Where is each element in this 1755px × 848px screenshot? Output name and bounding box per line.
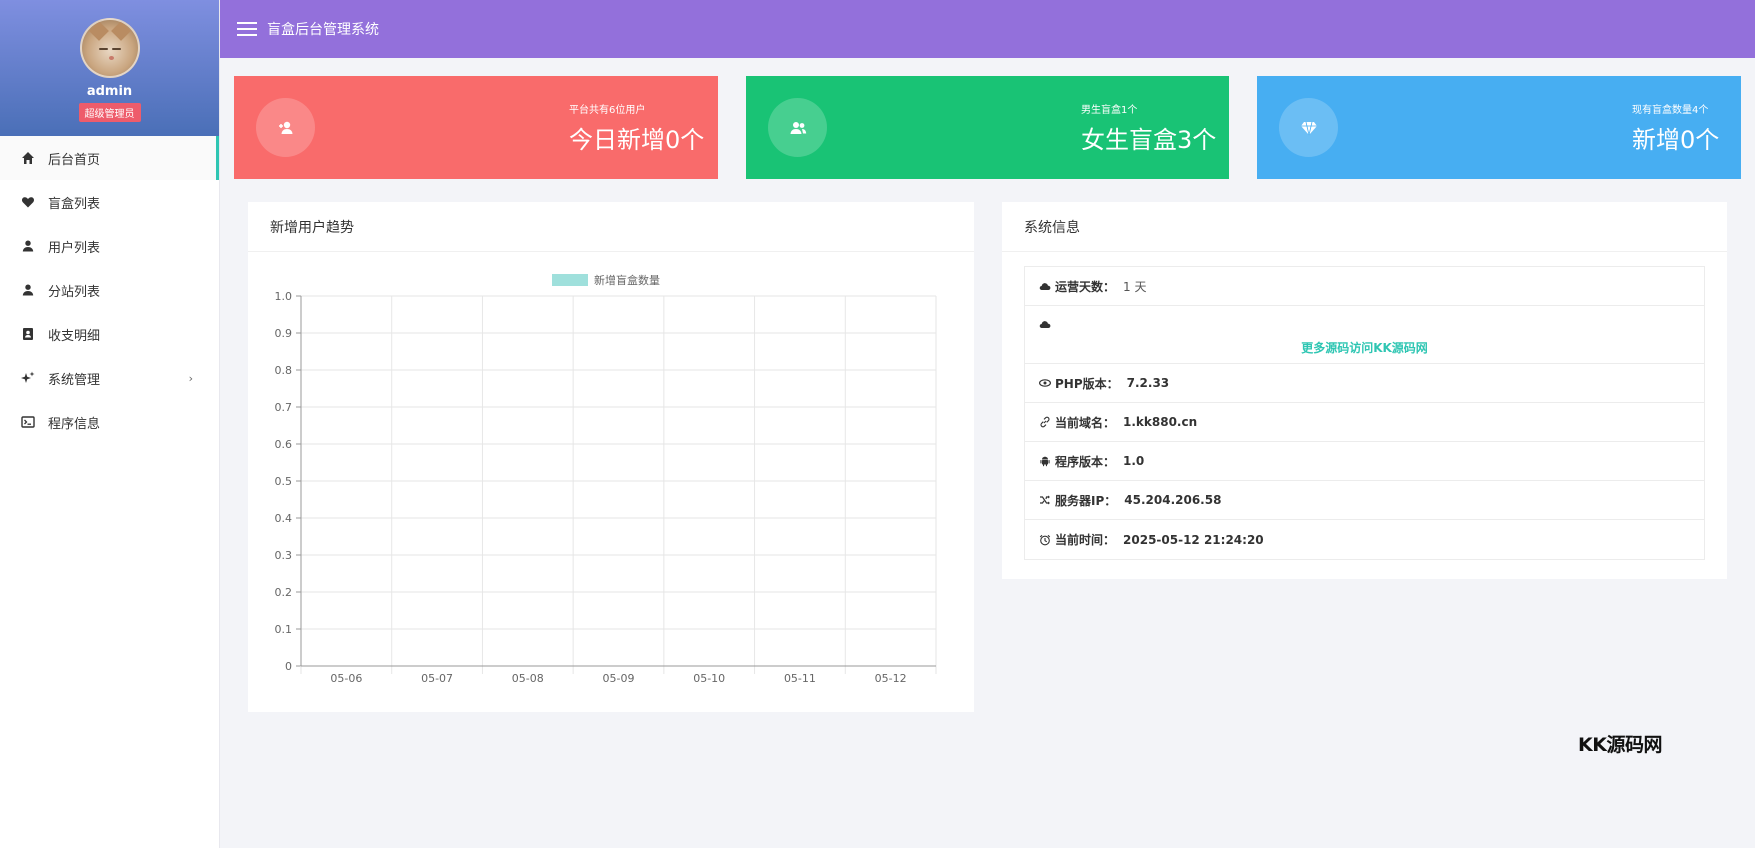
stat-card-users: 平台共有6位用户 今日新增0个 [234, 76, 718, 179]
sidebar-item-finance-detail[interactable]: 收支明细 [0, 312, 219, 356]
info-label: 程序版本： [1055, 454, 1116, 469]
users-icon [768, 98, 827, 157]
sidebar: admin 超级管理员 后台首页 盲盒列表 用户列表 分站列表 收支明细 系统管… [0, 0, 220, 848]
profile-panel: admin 超级管理员 [0, 0, 219, 136]
shuffle-icon [1039, 494, 1051, 506]
x-tick-label: 05-09 [603, 672, 635, 685]
link-icon [1039, 416, 1051, 428]
promo-link[interactable]: 更多源码访问KK源码网 [1025, 339, 1704, 356]
cloud-icon [1039, 280, 1051, 292]
info-row-current-time: 当前时间： 2025-05-12 21:24:20 [1025, 520, 1704, 559]
avatar[interactable] [79, 18, 140, 78]
sidebar-item-label: 系统管理 [48, 372, 101, 388]
user-icon [20, 282, 36, 298]
eye-icon [1039, 377, 1051, 389]
y-tick-label: 1.0 [275, 290, 293, 303]
info-value: 1.kk880.cn [1123, 415, 1198, 429]
stat-card-value: 今日新增0个 [569, 126, 705, 154]
x-tick-label: 05-07 [421, 672, 453, 685]
watermark-text: KK源码网 [1578, 734, 1662, 756]
y-tick-label: 0.9 [275, 327, 293, 340]
sidebar-item-label: 盲盒列表 [48, 196, 101, 212]
stat-card-blindbox-count: 现有盲盒数量4个 新增0个 [1257, 76, 1741, 179]
x-tick-label: 05-06 [330, 672, 362, 685]
info-value: 1.0 [1123, 454, 1145, 468]
info-value: 45.204.206.58 [1124, 493, 1222, 507]
y-tick-label: 0.1 [275, 623, 293, 636]
info-label: 当前时间： [1055, 533, 1116, 547]
info-label: PHP版本： [1055, 376, 1119, 391]
user-icon [20, 238, 36, 254]
sidebar-item-dashboard[interactable]: 后台首页 [0, 136, 219, 180]
topbar: 盲盒后台管理系统 [220, 0, 1755, 58]
add-user-icon [256, 98, 315, 157]
stat-card-value: 新增0个 [1632, 126, 1720, 154]
y-tick-label: 0.7 [275, 401, 293, 414]
contact-card-icon [20, 326, 36, 342]
stat-card-subtitle: 平台共有6位用户 [569, 105, 646, 116]
stat-card-blindbox-gender: 男生盲盒1个 女生盲盒3个 [746, 76, 1229, 179]
info-row-server-ip: 服务器IP： 45.204.206.58 [1025, 481, 1704, 520]
chart-panel: 新增用户趋势 0 0.1 0.2 0.3 0.4 0.5 0.6 0.7 0.8 0.9 1.0 05… [248, 202, 974, 712]
info-row-php-version: PHP版本： 7.2.33 [1025, 364, 1704, 403]
sidebar-item-label: 收支明细 [48, 328, 101, 344]
y-tick-label: 0.2 [275, 586, 293, 599]
info-value: 1 天 [1123, 279, 1147, 294]
android-icon [1039, 455, 1051, 467]
heart-icon [20, 194, 36, 210]
panel-title: 系统信息 [1002, 202, 1727, 252]
menu-toggle-icon[interactable] [237, 22, 257, 36]
x-tick-label: 05-08 [512, 672, 544, 685]
legend-label: 新增盲盒数量 [594, 273, 660, 287]
sidebar-menu: 后台首页 盲盒列表 用户列表 分站列表 收支明细 系统管理 › 程序信息 [0, 136, 219, 444]
sidebar-item-system-management[interactable]: 系统管理 › [0, 356, 219, 400]
info-label: 运营天数： [1055, 279, 1116, 294]
system-info-table: 运营天数： 1 天 更多源码访问KK源码网 PHP版本： 7.2.33 当前域名… [1024, 266, 1705, 560]
bar-chart: 0 0.1 0.2 0.3 0.4 0.5 0.6 0.7 0.8 0.9 1.0 05-06 05-0… [275, 273, 937, 685]
sidebar-item-label: 分站列表 [48, 284, 101, 300]
info-label: 服务器IP： [1055, 493, 1117, 508]
x-tick-label: 05-11 [784, 672, 816, 685]
x-tick-label: 05-10 [693, 672, 725, 685]
stat-card-subtitle: 现有盲盒数量4个 [1632, 105, 1709, 116]
system-info-panel: 系统信息 运营天数： 1 天 更多源码访问KK源码网 PHP版本： 7.2.33 [1002, 202, 1727, 579]
info-row-program-version: 程序版本： 1.0 [1025, 442, 1704, 481]
info-row-run-days: 运营天数： 1 天 [1025, 267, 1704, 306]
info-row-promo: 更多源码访问KK源码网 [1025, 306, 1704, 364]
y-tick-label: 0.6 [275, 438, 293, 451]
sidebar-item-label: 后台首页 [48, 152, 101, 168]
sidebar-item-label: 程序信息 [48, 416, 101, 432]
username: admin [86, 84, 133, 99]
sidebar-item-substation-list[interactable]: 分站列表 [0, 268, 219, 312]
sidebar-item-label: 用户列表 [48, 240, 101, 256]
role-badge: 超级管理员 [78, 103, 141, 122]
sidebar-item-user-list[interactable]: 用户列表 [0, 224, 219, 268]
app-title: 盲盒后台管理系统 [267, 22, 379, 38]
stat-card-value: 女生盲盒3个 [1081, 126, 1217, 154]
diamond-icon [1279, 98, 1338, 157]
alarm-clock-icon [1039, 534, 1051, 546]
y-tick-label: 0.4 [275, 512, 293, 525]
y-tick-label: 0.5 [275, 475, 293, 488]
panel-title: 新增用户趋势 [248, 202, 974, 252]
terminal-icon [20, 414, 36, 430]
info-value: 7.2.33 [1126, 376, 1170, 390]
y-tick-label: 0.8 [275, 364, 293, 377]
chevron-right-icon: › [188, 371, 193, 385]
sidebar-item-program-info[interactable]: 程序信息 [0, 400, 219, 444]
cloud-icon [1039, 318, 1051, 330]
info-value: 2025-05-12 21:24:20 [1123, 532, 1264, 547]
sidebar-item-blindbox-list[interactable]: 盲盒列表 [0, 180, 219, 224]
y-tick-label: 0.3 [275, 549, 293, 562]
legend-swatch [552, 274, 588, 286]
home-icon [20, 150, 36, 166]
x-tick-label: 05-12 [875, 672, 907, 685]
info-row-domain: 当前域名： 1.kk880.cn [1025, 403, 1704, 442]
stat-card-subtitle: 男生盲盒1个 [1081, 105, 1138, 116]
sparkle-icon [20, 370, 36, 386]
info-label: 当前域名： [1055, 415, 1116, 430]
y-tick-label: 0 [285, 660, 292, 673]
